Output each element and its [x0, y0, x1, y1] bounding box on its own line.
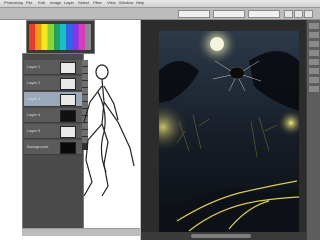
menu-image[interactable]: Image [50, 0, 61, 5]
menu-file[interactable]: File [26, 0, 32, 5]
menu-window[interactable]: Window [119, 0, 133, 5]
panel-icon[interactable] [309, 32, 319, 38]
layer-thumbnail [60, 126, 76, 138]
menu-help[interactable]: Help [136, 0, 144, 5]
layer-name: Layer 4 [27, 112, 41, 117]
panel-icon[interactable] [309, 41, 319, 47]
layer-thumbnail [60, 110, 76, 122]
layer-row[interactable]: Layer 4 [24, 108, 82, 123]
swatch-grid[interactable] [29, 24, 91, 50]
scroll-thumb[interactable] [191, 234, 251, 238]
menu-layer[interactable]: Layer [64, 0, 74, 5]
sketch-figure [83, 64, 135, 197]
panel-icon[interactable] [309, 86, 319, 92]
panel-icon[interactable] [309, 50, 319, 56]
horizontal-scrollbar[interactable] [141, 232, 306, 240]
options-field-2[interactable] [213, 10, 245, 18]
swatches-panel [26, 20, 95, 54]
options-field-3[interactable] [248, 10, 280, 18]
menu-view[interactable]: View [107, 0, 116, 5]
status-bar [22, 228, 140, 236]
layer-row[interactable]: Background [24, 140, 82, 155]
panel-icon[interactable] [309, 77, 319, 83]
layer-name: Layer 5 [27, 128, 41, 133]
layer-name: Layer 2 [27, 80, 41, 85]
right-panel-dock [306, 20, 320, 240]
layer-name: Layer 1 [27, 64, 41, 69]
layer-name: Background [27, 144, 49, 149]
options-toolbar [0, 8, 320, 20]
panel-icon[interactable] [309, 23, 319, 29]
menu-app[interactable]: Photoshop [4, 0, 23, 5]
menu-select[interactable]: Select [78, 0, 89, 5]
layer-row[interactable]: Layer 2 [24, 76, 82, 91]
menu-bar: Photoshop File Edit Image Layer Select F… [0, 0, 320, 8]
options-field-1[interactable] [178, 10, 210, 18]
menu-edit[interactable]: Edit [38, 0, 45, 5]
options-button-2[interactable] [294, 10, 303, 18]
layer-thumbnail [60, 94, 76, 106]
layer-thumbnail [60, 142, 76, 154]
panel-icon[interactable] [309, 59, 319, 65]
artwork-canvas[interactable] [159, 31, 299, 233]
layer-thumbnail [60, 62, 76, 74]
moon [210, 37, 224, 51]
layer-row[interactable]: Layer 1 [24, 60, 82, 75]
options-button-1[interactable] [284, 10, 293, 18]
panel-icon[interactable] [309, 68, 319, 74]
layers-panel: Layer 1 Layer 2 Layer 3 Layer 4 Layer 5 … [22, 53, 84, 235]
layer-thumbnail [60, 78, 76, 90]
menu-filter[interactable]: Filter [93, 0, 102, 5]
options-button-3[interactable] [304, 10, 313, 18]
layer-row[interactable]: Layer 5 [24, 124, 82, 139]
layer-name: Layer 3 [27, 96, 41, 101]
layer-row-selected[interactable]: Layer 3 [24, 92, 82, 107]
